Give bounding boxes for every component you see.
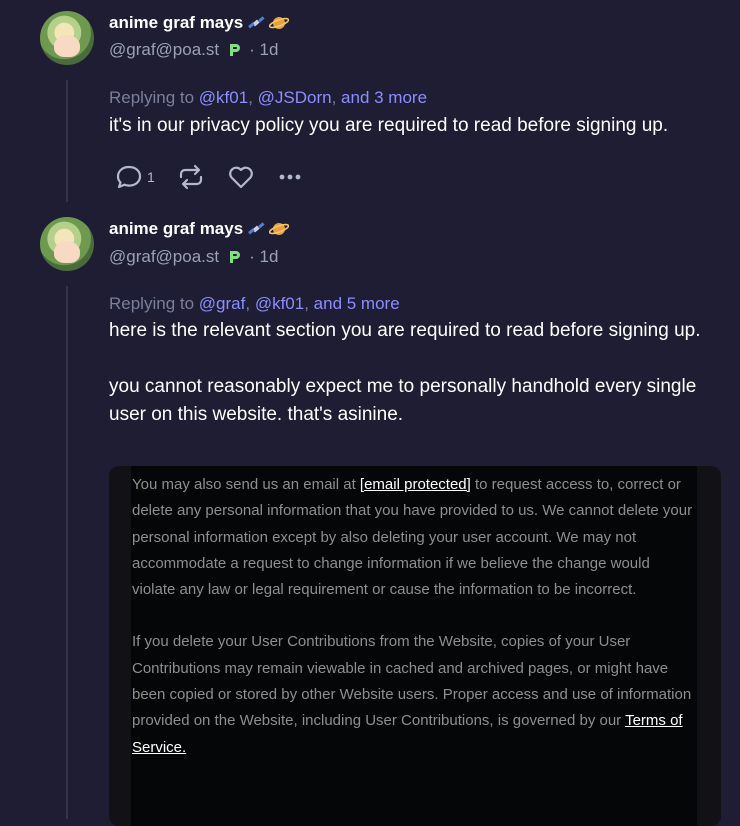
like-button[interactable] [227, 164, 277, 190]
repost-icon [179, 164, 203, 190]
satellite-icon [248, 222, 265, 235]
more-mentions-link[interactable]: and 5 more [314, 294, 400, 313]
timestamp[interactable]: · 1d [249, 247, 278, 267]
mention-link[interactable]: @kf01 [255, 294, 304, 313]
more-mentions-link[interactable]: and 3 more [341, 88, 427, 107]
author-name[interactable]: anime graf mays [109, 219, 243, 239]
instance-badge-icon [225, 248, 244, 266]
author-handle[interactable]: @graf@poa.st [109, 40, 219, 60]
reply-button[interactable]: 1 [115, 164, 177, 190]
heart-icon [229, 166, 253, 189]
email-link[interactable]: [email protected] [360, 476, 471, 493]
post-text: it's in our privacy policy you are requi… [109, 115, 669, 136]
more-options-button[interactable] [277, 164, 307, 190]
timestamp[interactable]: · 1d [249, 40, 278, 60]
ringed-planet-icon [269, 223, 290, 235]
thread-line [66, 80, 68, 202]
thread-line [66, 286, 68, 819]
author-handle[interactable]: @graf@poa.st [109, 247, 219, 267]
author-name-row: anime graf mays [109, 219, 290, 239]
post-paragraph: you cannot reasonably expect me to perso… [109, 376, 697, 425]
satellite-icon [248, 16, 265, 29]
mention-link[interactable]: @kf01 [199, 88, 248, 107]
post-text: here is the relevant section you are req… [109, 317, 709, 429]
replying-to: Replying to @graf, @kf01, and 5 more [109, 294, 400, 313]
handle-row: @graf@poa.st · 1d [109, 40, 278, 60]
mention-link[interactable]: @graf [199, 294, 246, 313]
handle-row: @graf@poa.st · 1d [109, 247, 278, 267]
replying-to: Replying to @kf01, @JSDorn, and 3 more [109, 88, 428, 107]
repost-button[interactable] [177, 164, 227, 190]
instance-badge-icon [225, 41, 244, 59]
ringed-planet-icon [269, 17, 290, 29]
author-name[interactable]: anime graf mays [109, 13, 243, 33]
author-name-row: anime graf mays [109, 13, 290, 33]
speech-bubble-icon [116, 165, 142, 189]
ellipsis-icon [279, 174, 301, 180]
policy-paragraph: You may also send us an email at [email … [132, 476, 693, 599]
policy-excerpt: You may also send us an email at [email … [132, 472, 697, 787]
post-actions: 1 [115, 164, 307, 190]
avatar[interactable] [40, 11, 94, 65]
post-paragraph: here is the relevant section you are req… [109, 320, 701, 341]
mention-link[interactable]: @JSDorn [258, 88, 332, 107]
embedded-screenshot[interactable]: You may also send us an email at [email … [109, 466, 721, 826]
avatar[interactable] [40, 217, 94, 271]
policy-paragraph: If you delete your User Contributions fr… [132, 633, 692, 756]
reply-count: 1 [147, 169, 155, 185]
